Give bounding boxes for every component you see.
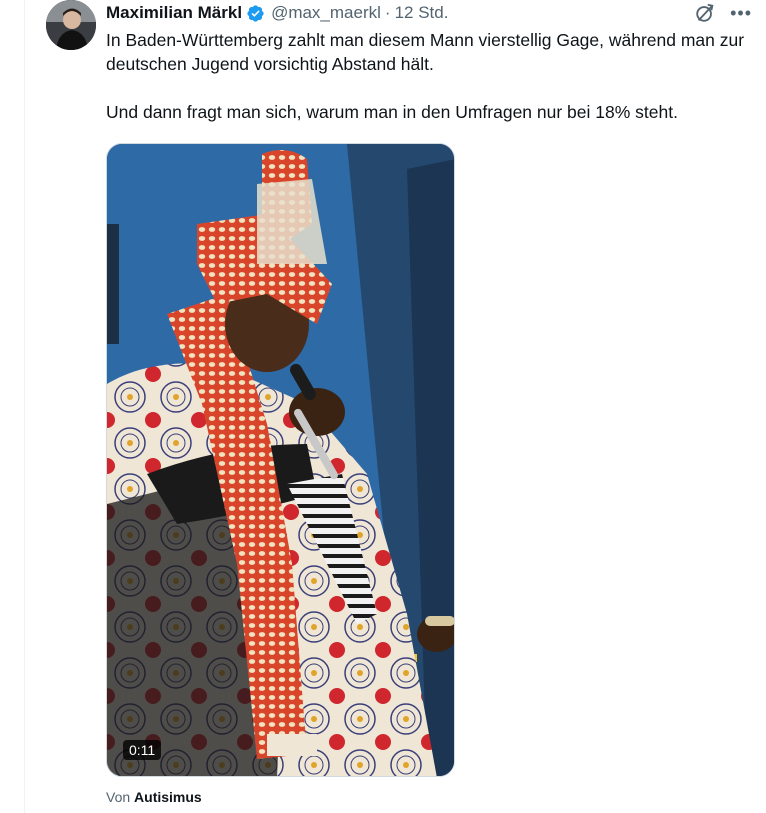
separator-dot: · [384,3,391,22]
video-player[interactable]: BW 0:11 [106,143,455,777]
timeline-divider [24,0,25,813]
tweet-text: In Baden-Württemberg zahlt man diesem Ma… [106,28,756,124]
verified-badge-icon [247,4,264,22]
header-actions: ••• [694,2,752,24]
grok-icon[interactable] [694,2,716,24]
timestamp[interactable]: 12 Std. [395,3,449,23]
video-duration: 0:11 [123,740,162,760]
tweet-header: Maximilian Märkl @max_maerkl · 12 Std. •… [106,2,752,24]
avatar-image [46,0,96,50]
more-options-icon[interactable]: ••• [730,4,752,22]
avatar[interactable] [46,0,96,50]
attribution-prefix: Von [106,789,131,805]
tweet-paragraph-1: In Baden-Württemberg zahlt man diesem Ma… [106,30,745,74]
author-handle[interactable]: @max_maerkl [271,3,381,23]
tweet-paragraph-2: Und dann fragt man sich, warum man in de… [106,102,678,122]
attribution-source-link[interactable]: Autisimus [134,789,202,805]
video-thumbnail: BW [107,144,454,776]
video-attribution: Von Autisimus [106,789,202,805]
author-name[interactable]: Maximilian Märkl [106,3,242,23]
